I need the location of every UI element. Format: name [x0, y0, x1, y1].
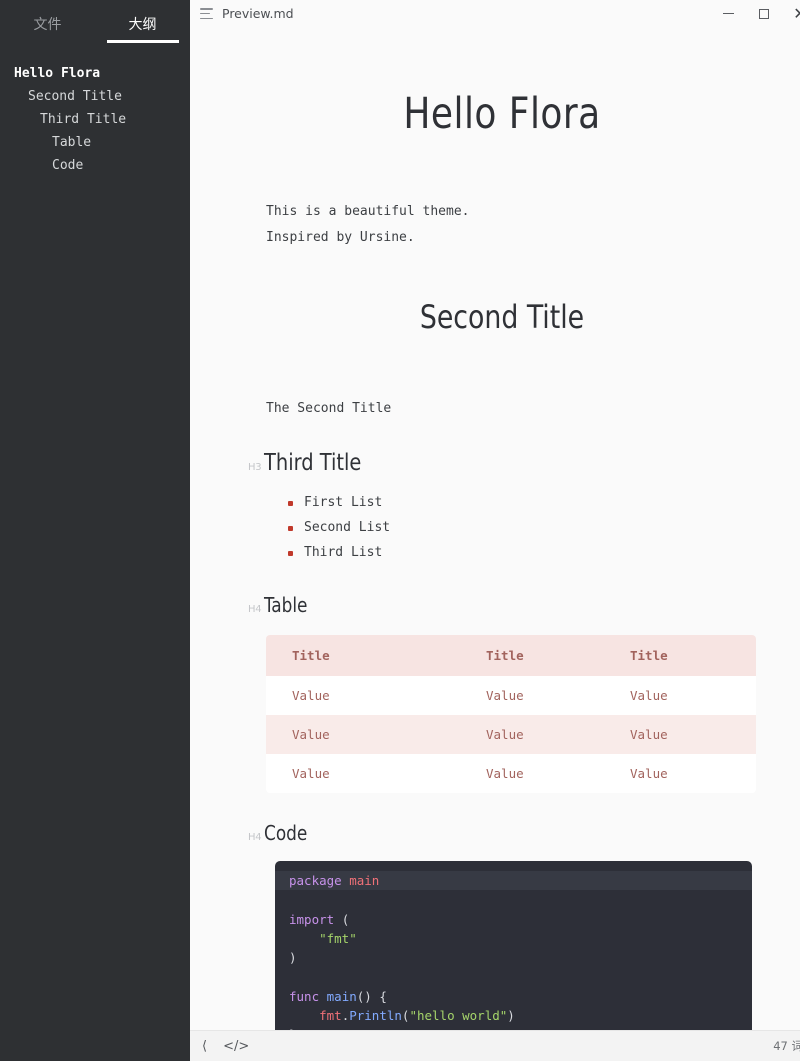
table-cell: Value [608, 676, 756, 715]
table-row: Value Value Value [266, 676, 756, 715]
paragraph-3: The Second Title [266, 401, 392, 416]
code-line: ) [289, 950, 297, 966]
heading-h3-text: Third Title [264, 450, 362, 476]
status-bar-left: ⟨ </> [202, 1040, 249, 1053]
heading-h4-table: H4 Table [248, 593, 756, 617]
code-line: import ( [289, 911, 350, 927]
table-cell: Value [464, 676, 608, 715]
outline-item-table[interactable]: Table [0, 131, 190, 154]
list-item: First List [288, 490, 756, 515]
data-table: Title Title Title Value Value Value Valu… [266, 635, 756, 793]
list-item: Third List [288, 540, 756, 565]
table-cell: Value [464, 715, 608, 754]
heading-h4-table-text: Table [264, 593, 308, 617]
heading-h4-code-text: Code [264, 821, 308, 845]
app-window: 文件 大纲 Hello Flora Second Title Third Tit… [0, 0, 800, 1061]
markdown-preview: Hello Flora This is a beautiful theme. I… [190, 89, 800, 1030]
chevron-left-icon[interactable]: ⟨ [202, 1040, 207, 1053]
title-bar: Preview.md ✕ [190, 0, 800, 27]
heading-h4-code: H4 Code [248, 821, 756, 845]
maximize-icon [759, 8, 769, 19]
table-cell: Value [608, 715, 756, 754]
code-line: func main() { [289, 988, 387, 1004]
outline-list: Hello Flora Second Title Third Title Tab… [0, 52, 190, 177]
minimize-icon [722, 12, 734, 15]
outline-item-hello-flora[interactable]: Hello Flora [0, 62, 190, 85]
outline-item-third-title[interactable]: Third Title [0, 108, 190, 131]
status-bar: ⟨ </> 47 词 [190, 1030, 800, 1061]
table-cell: Value [464, 754, 608, 793]
code-line: } [275, 1025, 752, 1030]
table-cell: Value [266, 715, 464, 754]
heading-level-marker-h4-code: H4 [248, 832, 262, 843]
source-code-icon[interactable]: </> [223, 1040, 249, 1053]
list-item: Second List [288, 515, 756, 540]
heading-level-marker-h3: H3 [248, 462, 262, 473]
code-line: "fmt" [319, 930, 357, 946]
document-scroll-area[interactable]: Hello Flora This is a beautiful theme. I… [190, 27, 800, 1030]
table-header-cell: Title [608, 635, 756, 676]
sidebar-tabs: 文件 大纲 [0, 0, 190, 52]
paragraph-1: This is a beautiful theme. [266, 204, 470, 219]
document-title: Preview.md [222, 6, 294, 21]
word-count: 47 词 [773, 1039, 800, 1053]
table-cell: Value [608, 754, 756, 793]
sidebar: 文件 大纲 Hello Flora Second Title Third Tit… [0, 0, 190, 1061]
table-header-cell: Title [266, 635, 464, 676]
tab-outline[interactable]: 大纲 [95, 14, 190, 43]
table-row: Value Value Value [266, 715, 756, 754]
main-area: Preview.md ✕ Hello Flora This is a beaut… [190, 0, 800, 1061]
maximize-button[interactable] [746, 0, 782, 27]
close-button[interactable]: ✕ [782, 0, 800, 27]
table-header-cell: Title [464, 635, 608, 676]
outline-item-second-title[interactable]: Second Title [0, 85, 190, 108]
table-header-row: Title Title Title [266, 635, 756, 676]
minimize-button[interactable] [710, 0, 746, 27]
code-line: package main [275, 871, 752, 891]
bullet-list: First List Second List Third List [288, 490, 756, 565]
paragraph-2: Inspired by Ursine. [266, 230, 415, 245]
close-icon: ✕ [793, 3, 800, 23]
table-cell: Value [266, 676, 464, 715]
outline-item-code[interactable]: Code [0, 154, 190, 177]
code-line: fmt.Println("hello world") [319, 1008, 515, 1024]
table-row: Value Value Value [266, 754, 756, 793]
heading-level-marker-h4-table: H4 [248, 604, 262, 615]
code-block[interactable]: package main import ( "fmt") func main()… [275, 861, 752, 1030]
window-controls: ✕ [710, 0, 800, 27]
tab-outline-label: 大纲 [128, 17, 157, 33]
heading-h1: Hello Flora [403, 89, 601, 139]
heading-h3: H3 Third Title [248, 450, 756, 476]
table-cell: Value [266, 754, 464, 793]
heading-h2: Second Title [419, 298, 585, 336]
tab-files[interactable]: 文件 [0, 14, 95, 43]
tab-files-label: 文件 [33, 17, 62, 33]
hamburger-menu-icon[interactable] [200, 8, 213, 19]
